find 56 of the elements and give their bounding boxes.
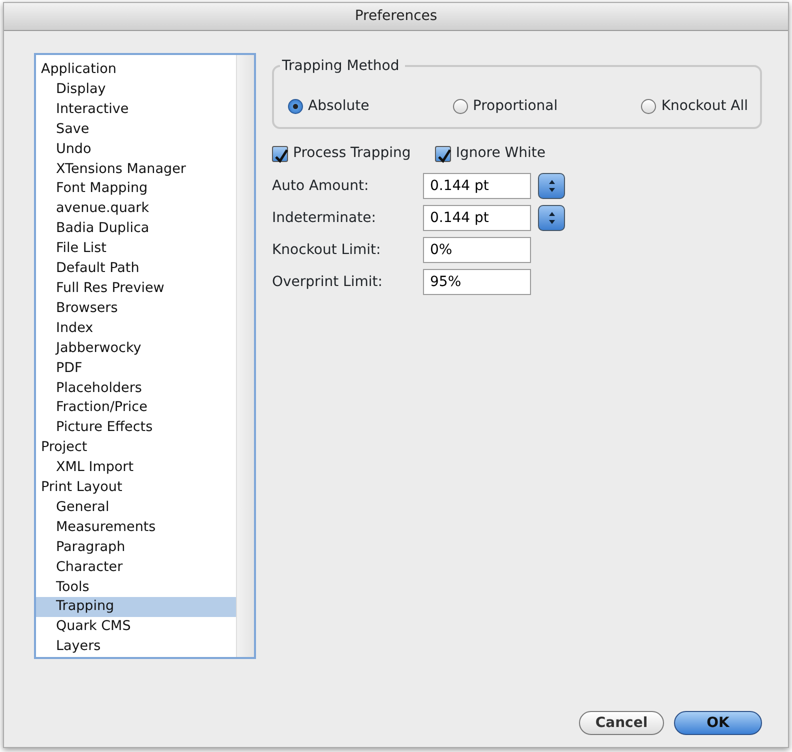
field-label: Knockout Limit: <box>272 240 382 260</box>
sidebar-item[interactable]: Default Path <box>36 259 236 279</box>
sidebar-item[interactable]: Picture Effects <box>36 418 236 438</box>
sidebar-item[interactable]: Application <box>36 60 236 80</box>
input-field[interactable]: 0.144 pt <box>423 173 531 199</box>
sidebar-item[interactable]: Font Mapping <box>36 179 236 200</box>
sidebar-item[interactable]: Fraction/Price <box>36 398 236 418</box>
checkbox-label: Ignore White <box>456 144 546 163</box>
sidebar-item[interactable]: File List <box>36 239 236 260</box>
sidebar-item[interactable]: Measurements <box>36 518 236 538</box>
sidebar-item[interactable]: PDF <box>36 358 236 378</box>
checkbox[interactable] <box>272 146 288 162</box>
sidebar-item[interactable]: Character <box>36 558 236 578</box>
up-down-arrows-icon <box>548 179 556 193</box>
sidebar-item[interactable]: Trapping <box>36 597 236 618</box>
sidebar-item[interactable]: Save <box>36 120 236 140</box>
cancel-button[interactable]: Cancel <box>579 711 664 735</box>
radio-label: Absolute <box>308 96 370 116</box>
sidebar-item[interactable]: Placeholders <box>36 378 236 398</box>
stepper-button[interactable] <box>538 205 565 231</box>
scroll-bar[interactable] <box>236 55 254 657</box>
sidebar-item[interactable]: Index <box>36 318 236 339</box>
ok-button[interactable]: OK <box>674 711 762 735</box>
sidebar-item[interactable]: Tools <box>36 578 236 598</box>
input-field[interactable]: 0% <box>423 237 531 263</box>
sidebar-item[interactable]: Jabberwocky <box>36 338 236 359</box>
sidebar-item[interactable]: Paragraph <box>36 538 236 558</box>
field-label: Auto Amount: <box>272 176 370 196</box>
sidebar-item[interactable]: Project <box>36 438 236 458</box>
sidebar-item[interactable]: Undo <box>36 140 236 160</box>
window-title: Preferences <box>354 7 438 26</box>
sidebar-item[interactable]: Interactive <box>36 100 236 120</box>
checkbox-label: Process Trapping <box>293 144 411 163</box>
radio-button[interactable] <box>452 98 468 114</box>
sidebar-item[interactable]: Badia Duplica <box>36 219 236 240</box>
radio-button[interactable] <box>288 98 303 114</box>
sidebar-item[interactable]: Browsers <box>36 298 236 319</box>
field-label: Indeterminate: <box>272 208 377 228</box>
sidebar-item[interactable]: Full Res Preview <box>36 278 236 299</box>
up-down-arrows-icon <box>548 211 556 225</box>
radio-label: Knockout All <box>661 96 748 116</box>
sidebar-item[interactable]: Print Layout <box>36 478 236 498</box>
input-field[interactable]: 95% <box>423 269 531 295</box>
sidebar-item[interactable]: Quark CMS <box>36 617 236 638</box>
sidebar-item[interactable]: Layers <box>36 637 236 657</box>
sidebar-item[interactable]: General <box>36 498 236 518</box>
radio-label: Proportional <box>472 96 558 116</box>
checkbox[interactable] <box>434 146 451 162</box>
input-field[interactable]: 0.144 pt <box>423 205 531 231</box>
sidebar-item[interactable]: XTensions Manager <box>36 160 236 180</box>
sidebar-item[interactable]: avenue.quark <box>36 199 236 220</box>
stepper-button[interactable] <box>538 173 565 199</box>
field-label: Overprint Limit: <box>272 272 384 292</box>
sidebar-item[interactable]: XML Import <box>36 458 236 478</box>
sidebar-item[interactable]: Display <box>36 80 236 100</box>
radio-button[interactable] <box>641 98 656 114</box>
